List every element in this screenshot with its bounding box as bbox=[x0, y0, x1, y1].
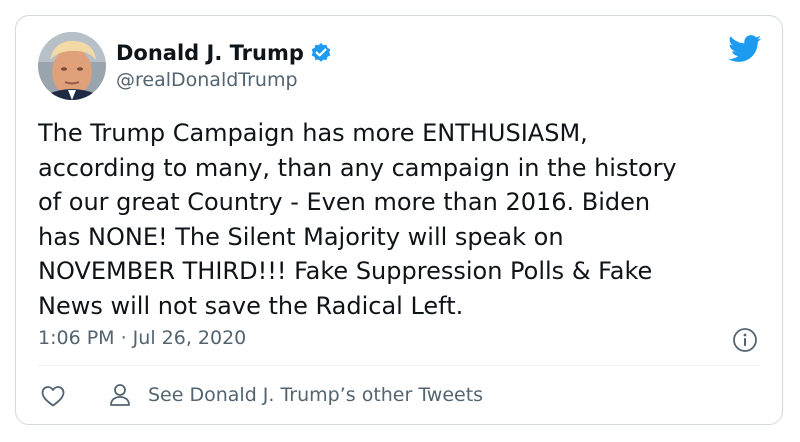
person-icon bbox=[108, 382, 132, 408]
see-other-tweets-label[interactable]: See Donald J. Trump’s other Tweets bbox=[148, 382, 483, 408]
avatar[interactable] bbox=[38, 32, 106, 100]
divider bbox=[38, 365, 760, 366]
heart-icon[interactable] bbox=[40, 384, 66, 408]
tweet-text-line: The Trump Campaign has more ENTHUSIASM, bbox=[38, 119, 588, 147]
info-icon[interactable] bbox=[732, 327, 758, 353]
tweet-text-line: has NONE! The Silent Majority will speak… bbox=[38, 222, 564, 251]
author-handle[interactable]: @realDonaldTrump bbox=[116, 68, 298, 92]
tweet-text-line: News will not save the Radical Left. bbox=[38, 291, 464, 320]
twitter-bird-icon[interactable] bbox=[728, 35, 762, 63]
tweet-text-line: NOVEMBER THIRD!!! Fake Suppression Polls… bbox=[38, 257, 653, 285]
tweet-timestamp[interactable]: 1:06 PM · Jul 26, 2020 bbox=[38, 326, 246, 350]
see-other-tweets-link[interactable]: See Donald J. Trump’s other Tweets bbox=[108, 382, 483, 408]
tweet-text-line: of our great Country - Even more than 20… bbox=[38, 188, 651, 216]
verified-badge-icon bbox=[310, 42, 332, 64]
author-name[interactable]: Donald J. Trump bbox=[116, 40, 332, 66]
author-name-text[interactable]: Donald J. Trump bbox=[116, 40, 304, 66]
tweet-text: The Trump Campaign has more ENTHUSIASM, … bbox=[38, 116, 758, 323]
tweet-text-line: according to many, than any campaign in … bbox=[38, 153, 677, 182]
